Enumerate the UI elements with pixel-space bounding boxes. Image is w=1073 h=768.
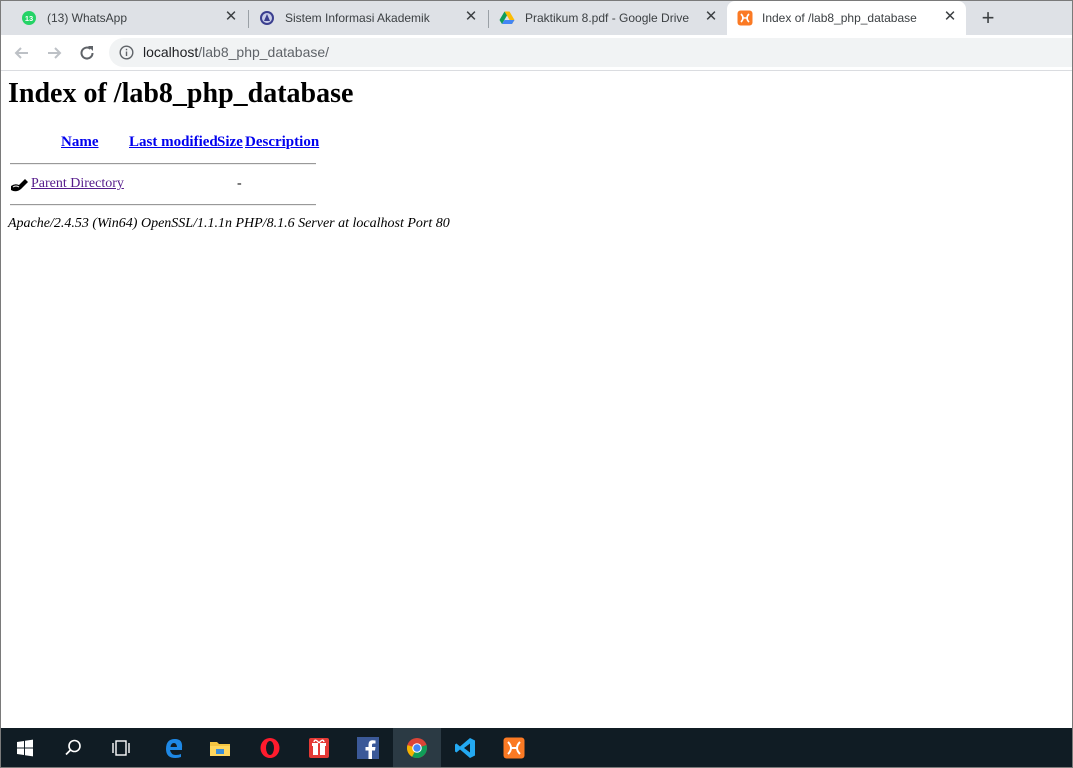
edge-icon — [166, 739, 183, 758]
taskbar-opera[interactable] — [246, 728, 294, 767]
url-path: /lab8_php_database/ — [198, 44, 330, 60]
page-title: Index of /lab8_php_database — [8, 78, 354, 109]
taskbar-task-view[interactable] — [97, 728, 145, 767]
close-tab-icon[interactable]: ✕ — [223, 9, 239, 25]
gift-app-icon — [309, 738, 329, 758]
parent-directory-link[interactable]: Parent Directory — [31, 176, 124, 192]
close-tab-icon[interactable]: ✕ — [942, 9, 958, 25]
tab-title: Sistem Informasi Akademik — [285, 11, 430, 25]
university-icon — [260, 11, 274, 25]
column-header-name[interactable]: Name — [61, 134, 99, 151]
vscode-icon — [455, 738, 475, 758]
row-size-value: - — [237, 176, 242, 191]
tab-index-lab8[interactable]: Index of /lab8_php_database ✕ — [727, 1, 966, 35]
taskbar-search[interactable] — [49, 728, 97, 767]
tab-title: (13) WhatsApp — [47, 11, 128, 25]
tab-siakad[interactable]: Sistem Informasi Akademik ✕ — [249, 1, 487, 35]
reload-icon[interactable] — [77, 43, 97, 63]
new-tab-button[interactable]: + — [977, 7, 999, 29]
taskbar-facebook[interactable] — [344, 728, 392, 767]
file-explorer-icon — [210, 742, 230, 756]
back-arrow-icon[interactable] — [12, 43, 32, 63]
taskbar-edge[interactable] — [150, 728, 198, 767]
server-signature: Apache/2.4.53 (Win64) OpenSSL/1.1.1n PHP… — [8, 216, 450, 231]
back-folder-icon — [11, 179, 28, 192]
url-text: localhost/lab8_php_database/ — [143, 44, 329, 60]
column-header-description[interactable]: Description — [245, 134, 319, 151]
taskbar-file-explorer[interactable] — [196, 728, 244, 767]
browser-window: 13 (13) WhatsApp ✕ Sistem Informasi Akad… — [0, 0, 1073, 768]
tab-title: Index of /lab8_php_database — [762, 11, 917, 25]
task-view-icon — [112, 740, 130, 756]
page-content: Index of /lab8_php_database Name Last mo… — [1, 71, 1072, 728]
tab-whatsapp[interactable]: 13 (13) WhatsApp ✕ — [11, 1, 247, 35]
site-info-icon[interactable] — [119, 45, 134, 60]
taskbar-vscode[interactable] — [441, 728, 489, 767]
url-host: localhost — [143, 44, 199, 60]
xampp-icon — [737, 10, 753, 26]
tab-title: Praktikum 8.pdf - Google Drive — [525, 11, 690, 25]
horizontal-rule — [10, 163, 316, 165]
svg-text:13: 13 — [25, 14, 33, 23]
windows-taskbar — [1, 728, 1072, 767]
close-tab-icon[interactable]: ✕ — [463, 9, 479, 25]
xampp-icon — [503, 737, 525, 759]
whatsapp-icon: 13 — [22, 11, 36, 25]
browser-toolbar: localhost/lab8_php_database/ — [1, 35, 1072, 71]
close-tab-icon[interactable]: ✕ — [703, 9, 719, 25]
taskbar-xampp[interactable] — [490, 728, 538, 767]
start-icon — [17, 739, 33, 757]
tab-google-drive[interactable]: Praktikum 8.pdf - Google Drive ✕ — [489, 1, 725, 35]
tab-strip: 13 (13) WhatsApp ✕ Sistem Informasi Akad… — [1, 1, 1072, 35]
address-bar[interactable]: localhost/lab8_php_database/ — [109, 38, 1072, 67]
google-drive-icon — [499, 11, 515, 24]
start-button[interactable] — [1, 728, 49, 767]
chrome-icon — [407, 738, 427, 759]
opera-icon — [260, 738, 280, 758]
search-icon — [65, 739, 81, 756]
column-header-size[interactable]: Size — [217, 134, 243, 151]
facebook-icon — [357, 737, 379, 759]
column-header-last-modified[interactable]: Last modified — [129, 134, 218, 151]
taskbar-chrome[interactable] — [393, 728, 441, 767]
horizontal-rule — [10, 204, 316, 206]
forward-arrow-icon[interactable] — [44, 43, 64, 63]
taskbar-gift-app[interactable] — [295, 728, 343, 767]
